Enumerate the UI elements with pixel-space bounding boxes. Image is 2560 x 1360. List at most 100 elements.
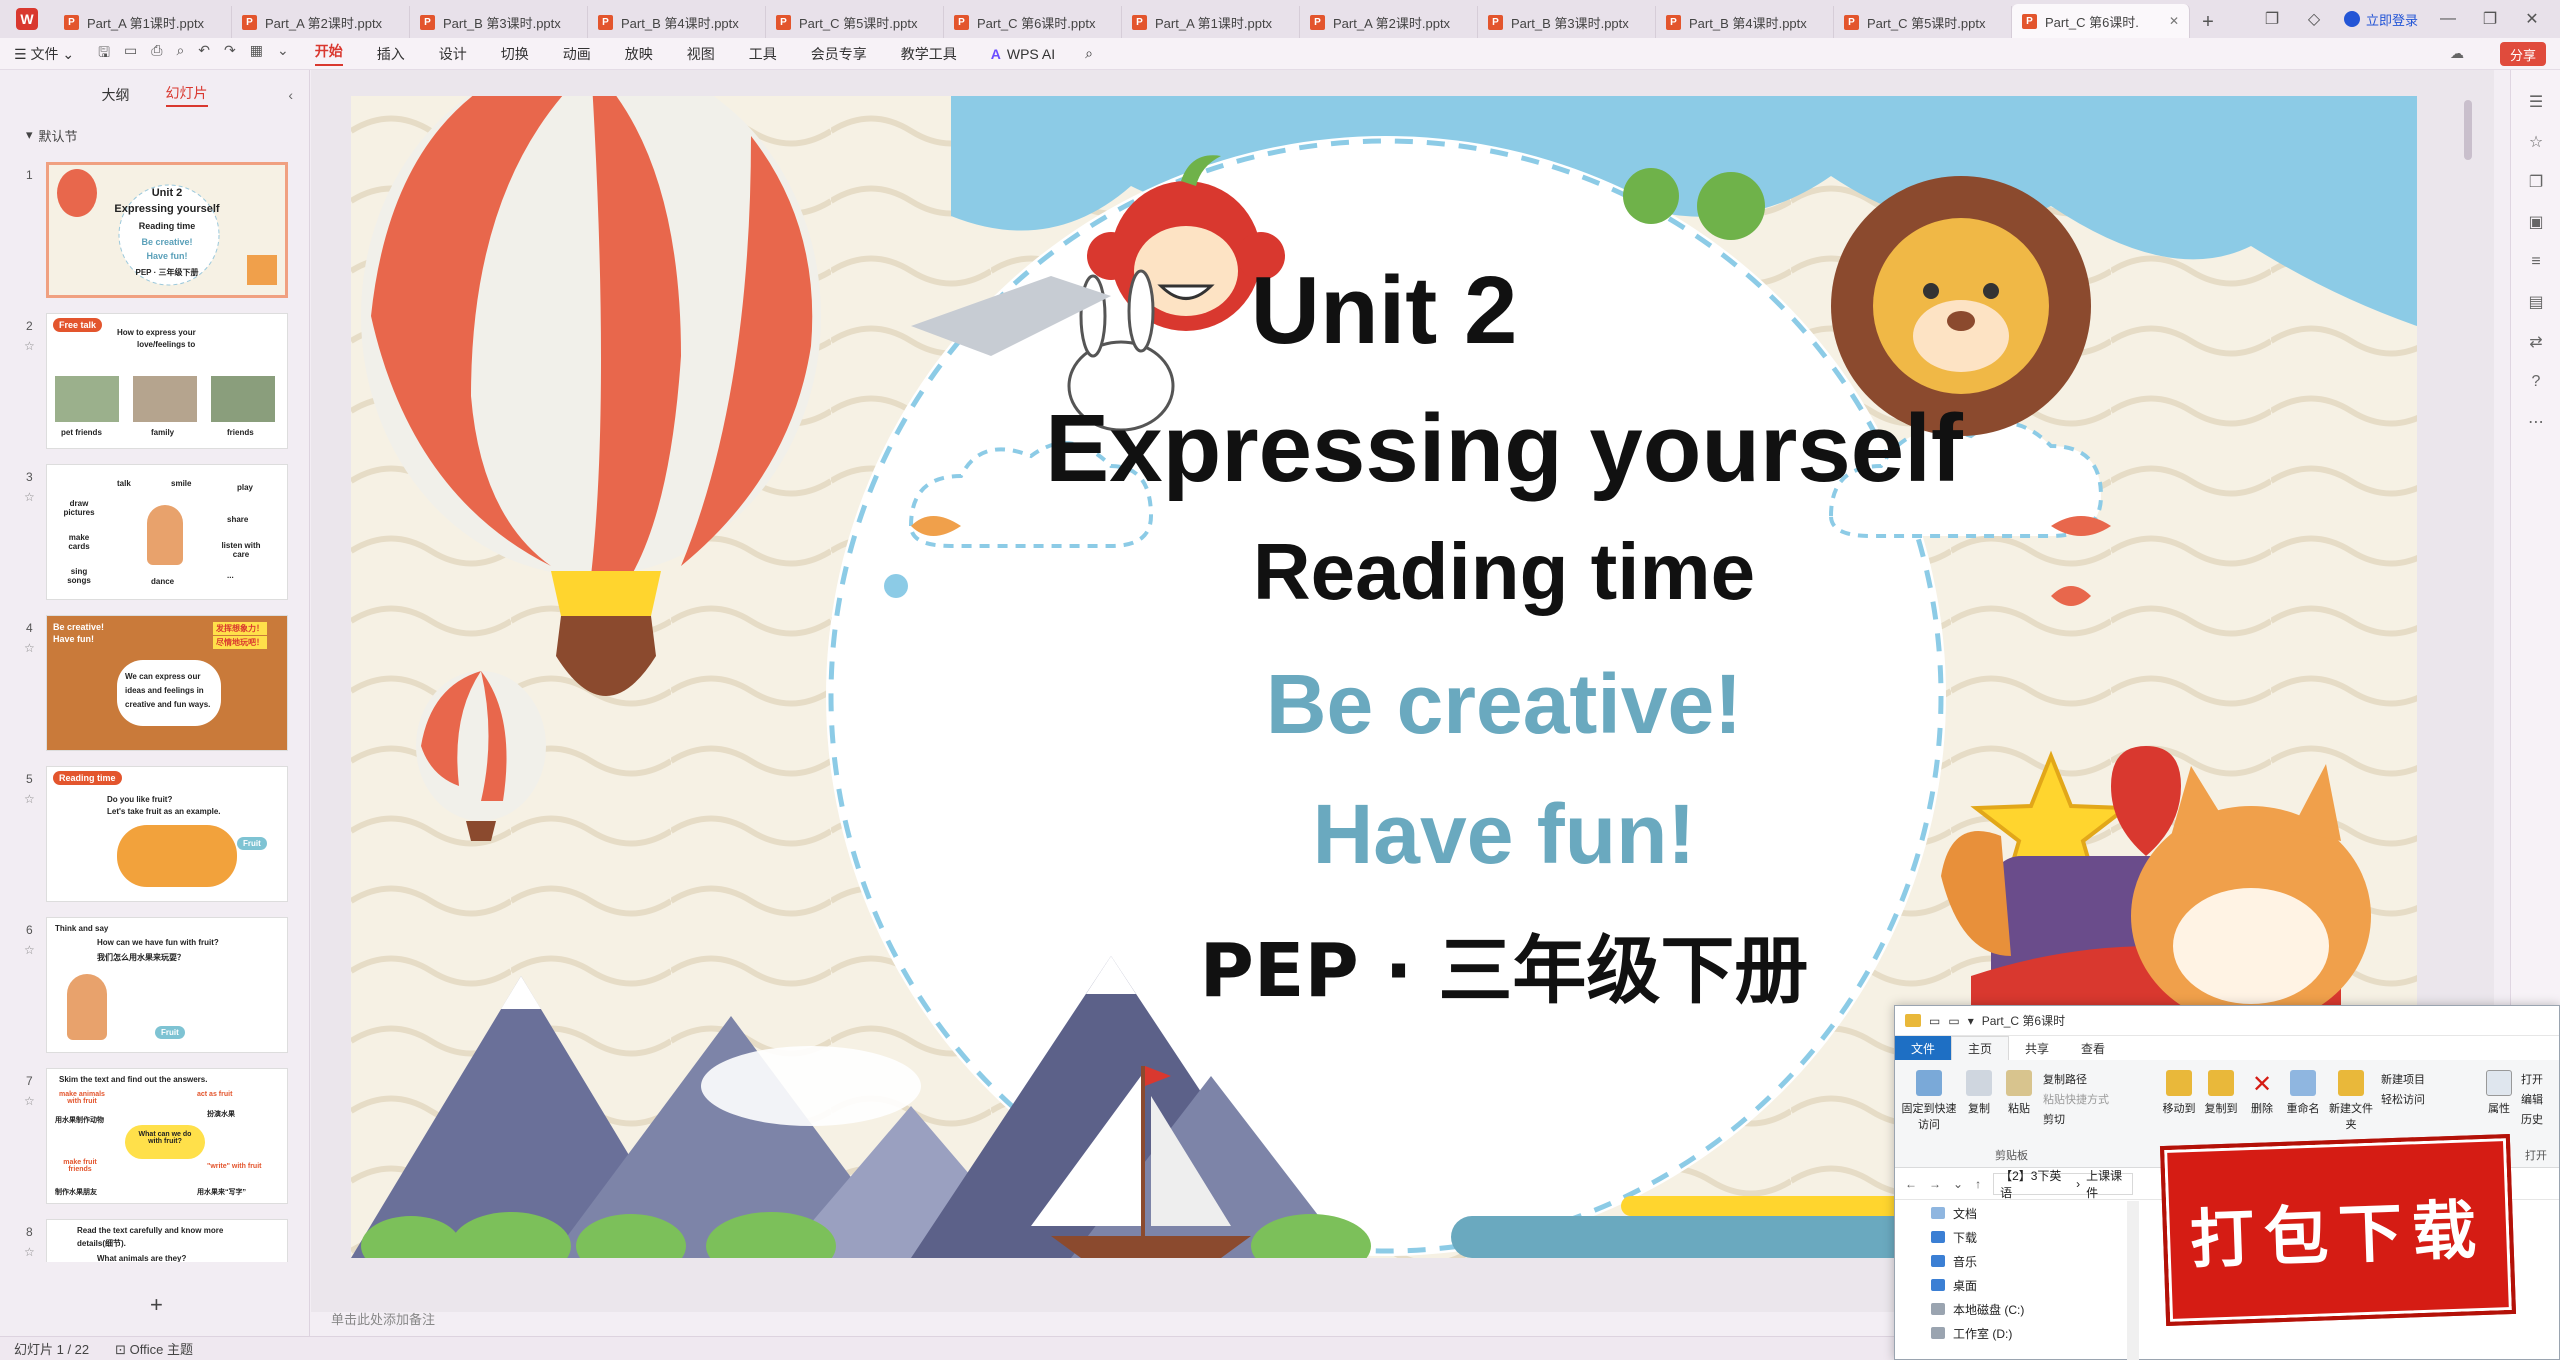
undo-icon[interactable]: ↶	[198, 42, 210, 66]
nav-documents[interactable]: 文档	[1895, 1201, 2125, 1225]
tab-home[interactable]: 开始	[314, 41, 343, 66]
slide-title-unit[interactable]: Unit 2	[351, 256, 2417, 366]
paste-shortcut-button[interactable]: 粘贴快捷方式	[2043, 1090, 2109, 1110]
explorer-tab-view[interactable]: 查看	[2065, 1036, 2121, 1060]
login-button[interactable]: 立即登录	[2343, 10, 2418, 29]
window-layout-icon[interactable]: ❐	[2260, 9, 2284, 29]
document-tab[interactable]: P Part_B 第3课时.pptx	[1478, 6, 1656, 38]
thumbnail-row[interactable]: 7 ☆ Skim the text and find out the answe…	[0, 1068, 310, 1219]
move-to-button[interactable]: 移动到	[2159, 1070, 2199, 1116]
recent-icon[interactable]: ⌄	[1953, 1177, 1963, 1191]
collapse-panel-icon[interactable]: ‹	[288, 87, 293, 103]
new-tab-button[interactable]: +	[2190, 6, 2226, 38]
up-icon[interactable]: ↑	[1975, 1177, 1981, 1191]
qa-dropdown-icon[interactable]: ▾	[1968, 1014, 1974, 1028]
tab-transition[interactable]: 切换	[501, 44, 529, 64]
document-tab[interactable]: P Part_B 第4课时.pptx	[1656, 6, 1834, 38]
slide-thumbnail-2[interactable]: Free talk How to express your love/feeli…	[46, 313, 288, 449]
explorer-tab-home[interactable]: 主页	[1951, 1036, 2010, 1060]
cut-button[interactable]: 剪切	[2043, 1110, 2109, 1130]
slide-thumbnail-8[interactable]: Read the text carefully and know more de…	[46, 1219, 288, 1262]
thumbnail-row[interactable]: 5 ☆ Reading time Do you like fruit? Let'…	[0, 766, 310, 917]
new-folder-button[interactable]: 新建文件夹	[2329, 1070, 2373, 1132]
tab-animation[interactable]: 动画	[563, 44, 591, 64]
tab-outline[interactable]: 大纲	[102, 85, 130, 105]
document-tab[interactable]: P Part_A 第2课时.pptx	[232, 6, 410, 38]
document-tab[interactable]: P Part_A 第1课时.pptx	[54, 6, 232, 38]
download-badge[interactable]: 打包下载	[2159, 1133, 2517, 1327]
properties-icon[interactable]: ▭	[1929, 1014, 1940, 1028]
print-icon[interactable]: ⎙	[151, 42, 162, 66]
translate-icon[interactable]: ⇄	[2511, 322, 2560, 362]
thumbnail-row[interactable]: 2 ☆ Free talk How to express your love/f…	[0, 313, 310, 464]
paste-button[interactable]: 粘贴	[2001, 1070, 2037, 1116]
copy-path-button[interactable]: 复制路径	[2043, 1070, 2109, 1090]
address-path[interactable]: 【2】3下英语 › 上课课件	[1993, 1169, 2134, 1200]
redo-icon[interactable]: ↷	[224, 42, 236, 66]
explorer-titlebar[interactable]: ▭ ▭ ▾ Part_C 第6课时	[1895, 1006, 2559, 1036]
tab-member[interactable]: 会员专享	[811, 44, 867, 64]
copy-to-button[interactable]: 复制到	[2201, 1070, 2241, 1116]
edit-button[interactable]: 编辑	[2521, 1090, 2543, 1110]
notes-area[interactable]: 单击此处添加备注	[311, 1300, 1911, 1336]
nav-disk-d[interactable]: 工作室 (D:)	[1895, 1321, 2125, 1345]
slide-subtitle[interactable]: Reading time	[471, 526, 2417, 618]
pin-quick-access-button[interactable]: 固定到快速访问	[1901, 1070, 1957, 1132]
nav-downloads[interactable]: 下载	[1895, 1225, 2125, 1249]
document-tab[interactable]: P Part_C 第5课时.pptx	[766, 6, 944, 38]
explorer-scrollbar[interactable]	[2127, 1201, 2139, 1360]
rename-button[interactable]: 重命名	[2283, 1070, 2323, 1116]
tab-slides[interactable]: 幻灯片	[165, 83, 208, 107]
document-tab[interactable]: P Part_A 第1课时.pptx	[1122, 6, 1300, 38]
open-button[interactable]: 打开	[2521, 1070, 2543, 1090]
document-tab-active[interactable]: P Part_C 第6课时. ✕	[2012, 4, 2190, 38]
layout-icon[interactable]: ▤	[2511, 282, 2560, 322]
new-folder-qa-icon[interactable]: ▭	[1948, 1014, 1959, 1028]
search-icon[interactable]: ⌕	[1085, 45, 1093, 62]
slide-line-have-fun[interactable]: Have fun!	[471, 786, 2417, 883]
explorer-tab-share[interactable]: 共享	[2009, 1036, 2065, 1060]
document-tab[interactable]: P Part_A 第2课时.pptx	[1300, 6, 1478, 38]
more-icon[interactable]: ⋯	[2511, 402, 2560, 442]
magic-icon[interactable]: ☆	[2511, 122, 2560, 162]
thumbnail-row[interactable]: 6 ☆ Think and say How can we have fun wi…	[0, 917, 310, 1068]
export-pdf-icon[interactable]: ▭	[124, 42, 137, 66]
settings-icon[interactable]: ☰	[2511, 82, 2560, 122]
format-painter-icon[interactable]: ▦	[250, 42, 263, 66]
new-item-button[interactable]: 新建项目	[2381, 1070, 2425, 1090]
slide-line-pep[interactable]: PEP · 三年级下册	[471, 911, 2417, 1018]
tab-tools[interactable]: 工具	[749, 44, 777, 64]
slide-thumbnail-1[interactable]: Unit 2 Expressing yourself Reading time …	[46, 162, 288, 298]
close-tab-icon[interactable]: ✕	[2169, 14, 2179, 28]
properties-button[interactable]: 属性	[2481, 1070, 2517, 1116]
tab-view[interactable]: 视图	[687, 44, 715, 64]
easy-access-button[interactable]: 轻松访问	[2381, 1090, 2425, 1110]
canvas-scrollbar[interactable]	[2464, 100, 2472, 160]
slide-thumbnail-7[interactable]: Skim the text and find out the answers. …	[46, 1068, 288, 1204]
tab-slideshow[interactable]: 放映	[625, 44, 653, 64]
skin-icon[interactable]: ◇	[2302, 9, 2326, 29]
tab-teaching-tools[interactable]: 教学工具	[901, 44, 957, 64]
copy-button[interactable]: 复制	[1961, 1070, 1997, 1116]
file-menu[interactable]: ☰ 文件 ⌄	[14, 44, 74, 64]
section-header[interactable]: ▾ 默认节	[0, 120, 309, 150]
slide-thumbnail-3[interactable]: talk smile play draw pictures make cards…	[46, 464, 288, 600]
forward-icon[interactable]: →	[1929, 1177, 1941, 1191]
nav-music[interactable]: 音乐	[1895, 1249, 2125, 1273]
thumbnail-row[interactable]: 4 ☆ Be creative! Have fun! 发挥想象力！ 尽情地玩吧！…	[0, 615, 310, 766]
slide-thumbnail-5[interactable]: Reading time Do you like fruit? Let's ta…	[46, 766, 288, 902]
wps-ai-button[interactable]: A WPS AI	[991, 46, 1055, 62]
save-icon[interactable]: 🖫	[98, 42, 110, 66]
back-icon[interactable]: ←	[1905, 1177, 1917, 1191]
slide-title-topic[interactable]: Expressing yourself	[471, 394, 2417, 504]
explorer-tab-file[interactable]: 文件	[1895, 1036, 1952, 1060]
help-icon[interactable]: ?	[2511, 362, 2560, 402]
more-icon[interactable]: ⌄	[277, 42, 289, 66]
thumbnail-row[interactable]: 1 Unit 2 Expressing yourself Reading tim…	[0, 162, 310, 313]
nav-desktop[interactable]: 桌面	[1895, 1273, 2125, 1297]
wps-logo-icon[interactable]: W	[0, 0, 54, 38]
slide-thumbnail-4[interactable]: Be creative! Have fun! 发挥想象力！ 尽情地玩吧！ We …	[46, 615, 288, 751]
document-tab[interactable]: P Part_B 第4课时.pptx	[588, 6, 766, 38]
copy-icon[interactable]: ❐	[2511, 162, 2560, 202]
delete-button[interactable]: ✕ 删除	[2245, 1070, 2279, 1116]
